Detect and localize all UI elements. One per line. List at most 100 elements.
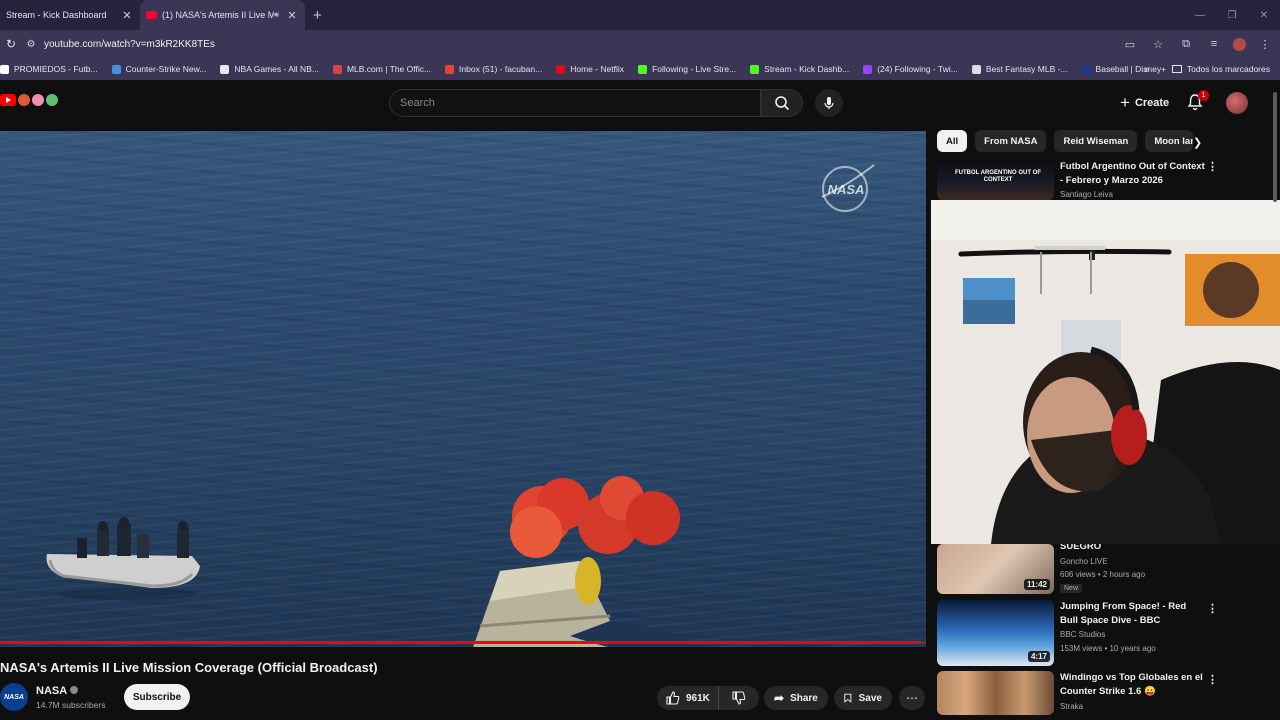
- share-label: Share: [790, 692, 818, 704]
- more-options-icon[interactable]: ⋮: [1207, 602, 1218, 615]
- video-thumbnail[interactable]: 4:17: [937, 600, 1054, 666]
- more-options-icon[interactable]: ⋮: [1207, 673, 1218, 686]
- bookmark-favicon-icon: [556, 64, 566, 74]
- bookmark-star-icon[interactable]: ☆: [1149, 38, 1167, 51]
- profile-avatar[interactable]: [1233, 37, 1246, 51]
- video-meta: 606 views • 2 hours ago: [1060, 570, 1146, 579]
- share-button[interactable]: ➦ Share: [764, 686, 828, 710]
- reading-list-icon[interactable]: ≡: [1205, 38, 1223, 50]
- restore-icon[interactable]: ❐: [1216, 10, 1248, 21]
- folder-icon: [1171, 65, 1182, 73]
- bookmark-favicon-icon: [971, 64, 981, 74]
- page-scrollbar[interactable]: [1272, 86, 1278, 720]
- all-bookmarks-link[interactable]: Todos los marcadores: [1187, 64, 1270, 74]
- subscribe-button[interactable]: Subscribe: [124, 684, 190, 710]
- search-input[interactable]: Search: [389, 89, 761, 117]
- youtube-header: Search + Create 1: [0, 80, 1280, 126]
- save-button[interactable]: Save: [834, 686, 892, 710]
- notifications-button[interactable]: 1: [1186, 90, 1209, 113]
- channel-name[interactable]: Santiago Leiva: [1060, 190, 1113, 199]
- reload-icon[interactable]: ↻: [0, 37, 22, 51]
- dislike-button[interactable]: [719, 691, 759, 705]
- bookmark-item[interactable]: Following - Live Stre...: [638, 64, 736, 74]
- avatar[interactable]: [1226, 92, 1248, 114]
- bookmark-favicon-icon: [445, 64, 455, 74]
- more-actions-button[interactable]: ⋯: [899, 686, 925, 710]
- youtube-play-icon: [0, 94, 16, 106]
- doodle-icon: [18, 94, 30, 106]
- webcam-overlay: [931, 200, 1280, 544]
- channel-name[interactable]: Straka: [1060, 702, 1083, 711]
- like-dislike-group: 961K: [657, 686, 759, 710]
- voice-search-button[interactable]: [815, 89, 843, 117]
- speaker-icon[interactable]: 🔊︎: [274, 10, 279, 20]
- nasa-watermark: NASA: [821, 164, 875, 212]
- bookmark-favicon-icon: [332, 64, 342, 74]
- chevron-right-icon[interactable]: ❯: [1193, 136, 1202, 149]
- channel-avatar[interactable]: NASA: [0, 683, 28, 711]
- bookmark-icon: [844, 693, 852, 703]
- bookmark-item[interactable]: Stream - Kick Dashb...: [750, 64, 849, 74]
- channel-name[interactable]: Goncho LIVE: [1060, 557, 1108, 566]
- bookmark-item[interactable]: (24) Following - Twi...: [863, 64, 958, 74]
- video-title[interactable]: Futbol Argentino Out of Context - Febrer…: [1060, 160, 1205, 188]
- more-options-icon[interactable]: ⋮: [1207, 160, 1218, 173]
- extensions-icon[interactable]: ⧉: [1177, 38, 1195, 51]
- list-item[interactable]: 4:17 Jumping From Space! - Red Bull Spac…: [937, 600, 1227, 666]
- more-icon: ⋯: [906, 691, 918, 705]
- more-bookmarks-icon[interactable]: »: [1144, 64, 1150, 75]
- chip-all[interactable]: All: [937, 130, 968, 152]
- chip-reid-wiseman[interactable]: Reid Wiseman: [1054, 130, 1138, 152]
- bookmark-item[interactable]: Counter-Strike New...: [111, 64, 206, 74]
- tab-nasa-artemis[interactable]: (1) NASA's Artemis II Live M 🔊︎ ✕: [140, 0, 305, 30]
- new-tab-button[interactable]: +: [313, 7, 322, 24]
- search-button[interactable]: [761, 89, 803, 117]
- list-item[interactable]: Windingo vs Top Globales en el Counter S…: [937, 671, 1227, 720]
- minimize-icon[interactable]: —: [1184, 10, 1216, 21]
- bookmark-item[interactable]: MLB.com | The Offic...: [332, 64, 431, 74]
- close-tab-icon[interactable]: ✕: [285, 9, 299, 22]
- channel-name[interactable]: BBC Studios: [1060, 630, 1105, 639]
- site-info-icon[interactable]: ⚙: [22, 39, 40, 50]
- tab-title: Stream - Kick Dashboard: [6, 10, 107, 20]
- thumbs-up-icon: [666, 691, 680, 705]
- like-button[interactable]: 961K: [657, 686, 719, 710]
- video-thumbnail[interactable]: 11:42: [937, 544, 1054, 594]
- tab-kick-dashboard[interactable]: Stream - Kick Dashboard ✕: [0, 0, 140, 30]
- bookmark-item[interactable]: PROMIEDOS - Futb...: [0, 64, 98, 74]
- doodle-icon: [32, 94, 44, 106]
- bookmark-item[interactable]: NBA Games - All NB...: [220, 64, 319, 74]
- bookmark-label: (24) Following - Twi...: [877, 64, 958, 74]
- video-title[interactable]: Jumping From Space! - Red Bull Space Div…: [1060, 600, 1205, 628]
- channel-name[interactable]: NASA: [36, 685, 79, 697]
- list-item[interactable]: FUTBOL ARGENTINO OUT OF CONTEXT Futbol A…: [937, 158, 1227, 200]
- bookmark-item[interactable]: Inbox (51) - facuban...: [445, 64, 542, 74]
- duration-badge: 4:17: [1027, 651, 1050, 662]
- chip-moon-landing[interactable]: Moon lan: [1145, 130, 1194, 152]
- search-icon: [775, 96, 790, 111]
- youtube-logo[interactable]: [0, 94, 58, 106]
- bookmark-label: Inbox (51) - facuban...: [459, 64, 543, 74]
- bookmark-item[interactable]: Home - Netflix: [556, 64, 624, 74]
- video-thumbnail[interactable]: [937, 671, 1054, 715]
- cast-icon[interactable]: ▭: [1121, 38, 1139, 51]
- bookmark-favicon-icon: [0, 64, 9, 74]
- browser-tab-bar: Stream - Kick Dashboard ✕ (1) NASA's Art…: [0, 0, 1280, 30]
- chip-from-nasa[interactable]: From NASA: [975, 130, 1047, 152]
- address-input[interactable]: youtube.com/watch?v=m3kR2KK8TEs: [44, 39, 215, 50]
- close-window-icon[interactable]: ✕: [1248, 10, 1280, 21]
- close-tab-icon[interactable]: ✕: [120, 9, 134, 22]
- duration-badge: 11:42: [1023, 579, 1050, 590]
- bookmark-favicon-icon: [1081, 64, 1091, 74]
- window-controls: — ❐ ✕: [1184, 0, 1280, 30]
- channel-name-text: NASA: [36, 685, 68, 697]
- video-player[interactable]: NASA: [0, 131, 926, 647]
- create-button[interactable]: + Create: [1112, 91, 1177, 115]
- menu-icon[interactable]: ⋮: [1256, 38, 1274, 51]
- video-title[interactable]: Windingo vs Top Globales en el Counter S…: [1060, 671, 1205, 699]
- bookmark-item[interactable]: Best Fantasy MLB -...: [971, 64, 1068, 74]
- video-thumbnail[interactable]: FUTBOL ARGENTINO OUT OF CONTEXT: [937, 158, 1054, 200]
- video-meta: 153M views • 10 years ago: [1060, 644, 1156, 653]
- video-progress-bar[interactable]: [0, 641, 926, 644]
- scrollbar-thumb[interactable]: [1273, 92, 1277, 202]
